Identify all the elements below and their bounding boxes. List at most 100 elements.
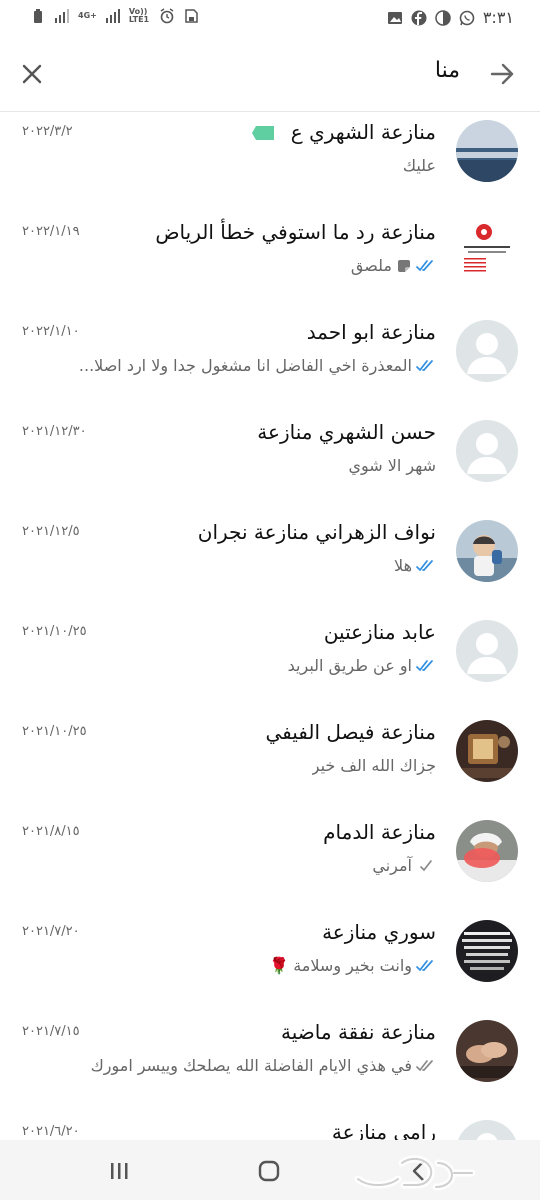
chat-row[interactable]: منازعة ابو احمد ٢٠٢٢/١/١٠ المعذرة اخي ال… (0, 312, 540, 412)
arrow-right-icon[interactable] (488, 60, 516, 88)
chat-preview: شهر الا شوي (348, 456, 436, 475)
default-avatar-icon (456, 420, 518, 482)
business-card-icon (456, 220, 518, 282)
chat-row[interactable]: عابد منازعتين ٢٠٢١/١٠/٢٥ او عن طريق البر… (0, 612, 540, 712)
sea-photo-icon (456, 120, 518, 182)
chat-preview: وانت بخير وسلامة 🌹 (269, 956, 436, 975)
preview-text: المعذرة اخي الفاضل انا مشغول جدا ولا ارد… (78, 356, 412, 375)
status-bar: 4G+ Vo)) LTE1 ٣:٣١ (0, 0, 540, 38)
chat-date: ٢٠٢١/٨/١٥ (22, 824, 80, 839)
haraj-watermark-logo (354, 1155, 476, 1191)
default-avatar-icon (456, 1120, 518, 1140)
default-avatar-icon (456, 320, 518, 382)
avatar[interactable] (456, 220, 518, 282)
network-lte-label: Vo)) LTE1 (128, 7, 150, 24)
chat-preview: عليك (403, 156, 436, 175)
avatar[interactable] (456, 1120, 518, 1140)
avatar[interactable] (456, 820, 518, 882)
chat-preview: او عن طريق البريد (288, 656, 436, 675)
gallery-icon (387, 11, 402, 24)
chat-date: ٢٠٢١/١٢/٣٠ (22, 424, 87, 439)
avatar[interactable] (456, 120, 518, 182)
chat-row[interactable]: منازعة فيصل الفيفي ٢٠٢١/١٠/٢٥ جزاك الله … (0, 712, 540, 812)
preview-text: آمرني (372, 856, 412, 875)
chat-date: ٢٠٢١/١٢/٥ (22, 524, 80, 539)
preview-text: وانت بخير وسلامة (293, 956, 412, 975)
double-tick-icon (416, 559, 433, 571)
chat-date: ٢٠٢١/١٠/٢٥ (22, 624, 87, 639)
avatar[interactable] (456, 520, 518, 582)
chat-preview: جزاك الله الف خير (312, 756, 436, 775)
chat-name: حسن الشهري منازعة (257, 420, 436, 444)
preview-text: جزاك الله الف خير (311, 756, 436, 775)
chat-row[interactable]: منازعة رد ما استوفي خطأ الرياض ٢٠٢٢/١/١٩… (0, 212, 540, 312)
chat-row[interactable]: حسن الشهري منازعة ٢٠٢١/١٢/٣٠ شهر الا شوي (0, 412, 540, 512)
preview-text: او عن طريق البريد (287, 656, 412, 675)
whatsapp-icon (459, 10, 475, 25)
double-tick-icon (416, 659, 433, 671)
double-tick-icon (416, 359, 433, 371)
double-tick-icon (416, 959, 433, 971)
label-tag-icon (252, 126, 274, 140)
chat-row[interactable]: منازعة نفقة ماضية ٢٠٢١/٧/١٥ في هذي الايا… (0, 1012, 540, 1112)
moon-icon (435, 9, 451, 26)
preview-text: شهر الا شوي (348, 456, 436, 475)
chat-name: سوري منازعة (322, 920, 436, 944)
chat-name: رامي منازعة (331, 1120, 436, 1140)
text-photo-icon (456, 920, 518, 982)
search-input[interactable]: منا (435, 58, 460, 83)
chat-name: منازعة نفقة ماضية (281, 1020, 436, 1044)
rose-emoji: 🌹 (269, 956, 290, 975)
avatar[interactable] (456, 1020, 518, 1082)
chat-name: منازعة رد ما استوفي خطأ الرياض (155, 220, 436, 244)
recent-apps-icon[interactable] (104, 1156, 134, 1186)
chat-name: منازعة الدمام (323, 820, 436, 844)
single-tick-icon (420, 859, 432, 871)
avatar[interactable] (456, 320, 518, 382)
preview-text: عليك (402, 156, 436, 175)
battery-icon (34, 9, 42, 23)
chat-name: عابد منازعتين (323, 620, 436, 644)
chat-preview: ملصق (351, 256, 436, 275)
chat-date: ٢٠٢١/٦/٢٠ (22, 1124, 80, 1139)
chat-date: ٢٠٢١/٧/٢٠ (22, 924, 80, 939)
double-tick-icon (416, 1059, 433, 1071)
chat-name: منازعة الشهري ع (290, 120, 436, 144)
chat-name: منازعة فيصل الفيفي (265, 720, 436, 744)
sticker-icon (398, 259, 410, 272)
chat-name: منازعة ابو احمد (306, 320, 436, 344)
close-icon[interactable] (18, 60, 46, 88)
chat-date: ٢٠٢١/١٠/٢٥ (22, 724, 87, 739)
network-4g-label: 4G+ (78, 11, 97, 20)
signal-icon (55, 9, 69, 23)
avatar[interactable] (456, 920, 518, 982)
frame-photo-icon (456, 720, 518, 782)
chat-list: منازعة الشهري ع ٢٠٢٢/٣/٢ عليك منازعة رد … (0, 112, 540, 1140)
double-tick-icon (416, 259, 433, 271)
chat-row[interactable]: منازعة الدمام ٢٠٢١/٨/١٥ آمرني (0, 812, 540, 912)
signal-icon (105, 9, 120, 23)
avatar[interactable] (456, 620, 518, 682)
default-avatar-icon (456, 620, 518, 682)
preview-text: ملصق (350, 256, 392, 275)
chat-date: ٢٠٢٢/١/١٩ (22, 224, 80, 239)
chat-date: ٢٠٢٢/١/١٠ (22, 324, 80, 339)
facebook-icon (411, 10, 427, 25)
save-icon (185, 9, 198, 23)
status-right-icons: ٣:٣١ (387, 8, 514, 27)
chat-preview: المعذرة اخي الفاضل انا مشغول جدا ولا ارد… (79, 356, 436, 375)
preview-text: في هذي الايام الفاضلة الله يصلحك وييسر ا… (90, 1056, 412, 1075)
avatar[interactable] (456, 420, 518, 482)
man-photo-icon (456, 820, 518, 882)
chat-preview: هلا (394, 556, 436, 575)
chat-row[interactable]: سوري منازعة ٢٠٢١/٧/٢٠ وانت بخير وسلامة 🌹 (0, 912, 540, 1012)
chat-name: نواف الزهراني منازعة نجران (197, 520, 436, 544)
chat-date: ٢٠٢١/٧/١٥ (22, 1024, 80, 1039)
chat-date: ٢٠٢٢/٣/٢ (22, 124, 73, 139)
chat-row[interactable]: رامي منازعة ٢٠٢١/٦/٢٠ (0, 1112, 540, 1140)
home-icon[interactable] (254, 1156, 284, 1186)
chat-row[interactable]: منازعة الشهري ع ٢٠٢٢/٣/٢ عليك (0, 112, 540, 212)
chat-row[interactable]: نواف الزهراني منازعة نجران ٢٠٢١/١٢/٥ هلا (0, 512, 540, 612)
avatar[interactable] (456, 720, 518, 782)
status-left-icons: 4G+ Vo)) LTE1 (30, 8, 199, 24)
